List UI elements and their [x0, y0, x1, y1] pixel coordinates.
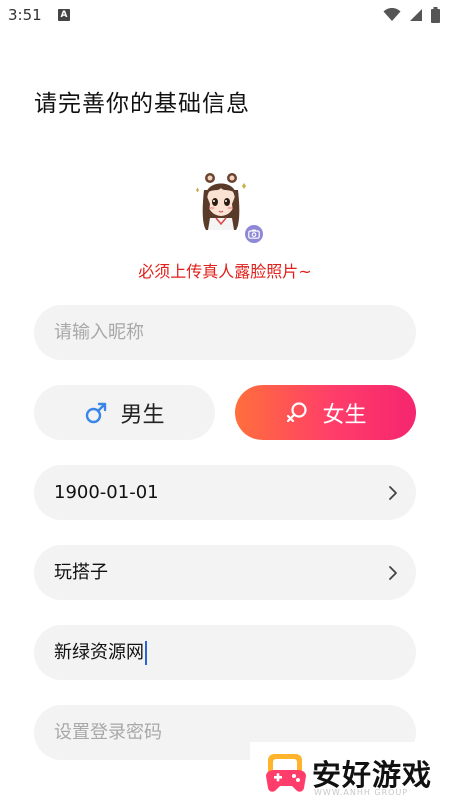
- chevron-right-icon: [389, 486, 397, 500]
- wifi-icon: [383, 8, 401, 21]
- gender-female-button[interactable]: 女生: [235, 385, 416, 440]
- signature-input[interactable]: 新绿资源网: [34, 625, 416, 680]
- watermark-logo: 安好游戏 WWW.ANHH GROUP: [250, 742, 450, 800]
- gender-female-label: 女生: [322, 402, 367, 428]
- hobby-value: 玩搭子: [54, 562, 108, 583]
- nickname-placeholder: 请输入昵称: [54, 322, 144, 343]
- male-icon: [86, 402, 107, 423]
- gender-male-label: 男生: [120, 402, 165, 428]
- page-title: 请完善你的基础信息: [34, 91, 250, 117]
- status-time: 3:51: [8, 6, 42, 24]
- signal-icon: [410, 9, 422, 21]
- text-cursor: [145, 641, 147, 665]
- signature-value: 新绿资源网: [54, 642, 144, 663]
- birthday-field[interactable]: 1900-01-01: [34, 465, 416, 520]
- camera-icon[interactable]: [244, 224, 264, 244]
- notification-icon: A: [58, 9, 70, 21]
- status-icons: [383, 7, 440, 23]
- avatar-upload[interactable]: [190, 168, 264, 244]
- nickname-input[interactable]: 请输入昵称: [34, 305, 416, 360]
- birthday-value: 1900-01-01: [54, 482, 159, 503]
- avatar-hint: 必须上传真人露脸照片~: [138, 262, 312, 281]
- watermark-subtitle: WWW.ANHH GROUP: [314, 788, 409, 797]
- signature-text: 新绿资源网: [54, 625, 147, 680]
- gamepad-logo-icon: [266, 754, 306, 792]
- password-placeholder: 设置登录密码: [54, 722, 162, 743]
- battery-icon: [431, 7, 440, 23]
- gender-male-button[interactable]: 男生: [34, 385, 215, 440]
- avatar-image: [196, 173, 246, 230]
- hobby-field[interactable]: 玩搭子: [34, 545, 416, 600]
- chevron-right-icon: [389, 566, 397, 580]
- status-bar: 3:51 A: [0, 0, 450, 32]
- female-icon: [287, 401, 308, 422]
